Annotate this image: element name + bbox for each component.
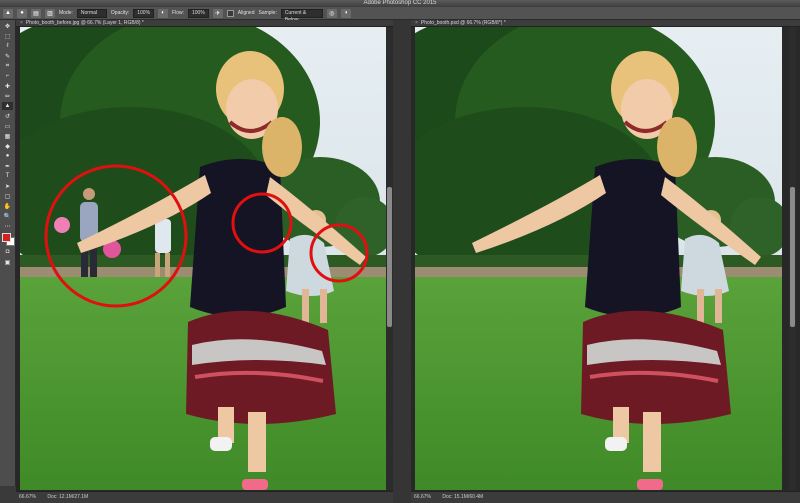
window-title-bar: Adobe Photoshop CC 2015 bbox=[0, 0, 800, 7]
marquee-tool-icon[interactable]: ⬚ bbox=[2, 32, 13, 40]
document-window-after: × Photo_booth.psd @ 66.7% (RGB/8*) * 66.… bbox=[411, 20, 800, 503]
quick-selection-tool-icon[interactable]: ✎ bbox=[2, 52, 13, 60]
document-divider bbox=[393, 20, 411, 503]
app-title: Adobe Photoshop CC 2015 bbox=[363, 0, 437, 6]
pen-tool-icon[interactable]: ✒ bbox=[2, 162, 13, 170]
zoom-tool-icon[interactable]: 🔍 bbox=[2, 212, 13, 220]
flow-label: Flow: bbox=[172, 10, 184, 16]
eyedropper-tool-icon[interactable]: ⌐ bbox=[2, 72, 13, 80]
hand-tool-icon[interactable]: ✋ bbox=[2, 202, 13, 210]
clone-source-panel-icon[interactable]: ▥ bbox=[45, 8, 55, 18]
sample-select[interactable]: Current & Below bbox=[280, 8, 323, 23]
mode-label: Mode: bbox=[59, 10, 73, 16]
path-selection-tool-icon[interactable]: ➤ bbox=[2, 182, 13, 190]
history-brush-tool-icon[interactable]: ↺ bbox=[2, 112, 13, 120]
close-tab-icon[interactable]: × bbox=[415, 20, 418, 27]
more-tools-icon[interactable]: ⋯ bbox=[2, 222, 13, 230]
opacity-field[interactable]: 100% bbox=[133, 8, 155, 18]
sample-label: Sample: bbox=[258, 10, 277, 16]
type-tool-icon[interactable]: T bbox=[2, 172, 13, 180]
gradient-tool-icon[interactable]: ▦ bbox=[2, 132, 13, 140]
dodge-tool-icon[interactable]: ● bbox=[2, 152, 13, 160]
zoom-readout[interactable]: 66.67% bbox=[414, 494, 431, 500]
scrollbar-thumb[interactable] bbox=[790, 187, 795, 327]
document-window-before: × Photo_booth_before.jpg @ 66.7% (Layer 1… bbox=[16, 20, 393, 503]
quick-mask-icon[interactable]: ◘ bbox=[2, 248, 13, 256]
healing-brush-tool-icon[interactable]: ✚ bbox=[2, 82, 13, 90]
crop-tool-icon[interactable]: ⌗ bbox=[2, 62, 13, 70]
blur-tool-icon[interactable]: ◆ bbox=[2, 142, 13, 150]
eraser-tool-icon[interactable]: ▭ bbox=[2, 122, 13, 130]
document-tab-before[interactable]: × Photo_booth_before.jpg @ 66.7% (Layer 1… bbox=[16, 20, 393, 27]
brush-preset-picker-icon[interactable]: ● bbox=[17, 8, 27, 18]
brush-panel-icon[interactable]: ▤ bbox=[31, 8, 41, 18]
vertical-scrollbar-before[interactable] bbox=[386, 27, 393, 490]
clone-stamp-tool-icon[interactable]: ▲ bbox=[2, 102, 13, 110]
opacity-label: Opacity: bbox=[110, 10, 130, 16]
screen-mode-icon[interactable]: ▣ bbox=[2, 258, 13, 266]
image-canvas-before[interactable] bbox=[20, 27, 386, 490]
tools-panel: ✥ ⬚ ℓ ✎ ⌗ ⌐ ✚ ✏ ▲ ↺ ▭ ▦ ◆ ● ✒ T ➤ ▢ ✋ 🔍 … bbox=[0, 20, 16, 486]
brush-tool-icon[interactable]: ✏ bbox=[2, 92, 13, 100]
move-tool-icon[interactable]: ✥ bbox=[2, 22, 13, 30]
flow-field[interactable]: 100% bbox=[188, 8, 209, 18]
zoom-readout[interactable]: 66.67% bbox=[19, 494, 36, 500]
clone-stamp-tool-preset-icon[interactable]: ▲ bbox=[3, 8, 13, 18]
airbrush-icon[interactable]: ✈ bbox=[212, 8, 223, 18]
scrollbar-thumb[interactable] bbox=[387, 187, 392, 327]
options-bar: ▲ ● ▤ ▥ Mode: Normal Opacity: 100% ◐ Flo… bbox=[0, 7, 800, 23]
status-bar-before: 66.67% Doc: 12.1M/27.1M bbox=[16, 491, 393, 503]
ignore-adjustment-layers-icon[interactable]: ◎ bbox=[326, 8, 337, 18]
close-tab-icon[interactable]: × bbox=[20, 20, 23, 27]
aligned-label: Aligned bbox=[237, 10, 255, 16]
photo-before bbox=[20, 27, 386, 490]
document-size-readout: Doc: 12.1M/27.1M bbox=[47, 494, 89, 500]
document-size-readout: Doc: 15.1M/60.4M bbox=[442, 494, 484, 500]
lasso-tool-icon[interactable]: ℓ bbox=[2, 42, 13, 50]
mode-select[interactable]: Normal bbox=[76, 8, 107, 18]
aligned-checkbox[interactable] bbox=[226, 9, 234, 17]
image-canvas-after[interactable] bbox=[415, 27, 782, 490]
document-tab-title: Photo_booth_before.jpg @ 66.7% (Layer 1,… bbox=[25, 20, 144, 26]
photo-after bbox=[415, 27, 782, 490]
shape-tool-icon[interactable]: ▢ bbox=[2, 192, 13, 200]
status-bar-after: 66.67% Doc: 15.1M/60.4M bbox=[411, 491, 800, 503]
pressure-size-icon[interactable]: ◑ bbox=[340, 8, 351, 18]
foreground-color-swatch[interactable] bbox=[2, 233, 11, 242]
vertical-scrollbar-after[interactable] bbox=[789, 27, 796, 490]
pressure-opacity-icon[interactable]: ◐ bbox=[158, 8, 169, 18]
color-swatches[interactable] bbox=[2, 233, 15, 246]
document-tab-after[interactable]: × Photo_booth.psd @ 66.7% (RGB/8*) * bbox=[411, 20, 800, 27]
document-tab-title: Photo_booth.psd @ 66.7% (RGB/8*) * bbox=[420, 20, 506, 26]
